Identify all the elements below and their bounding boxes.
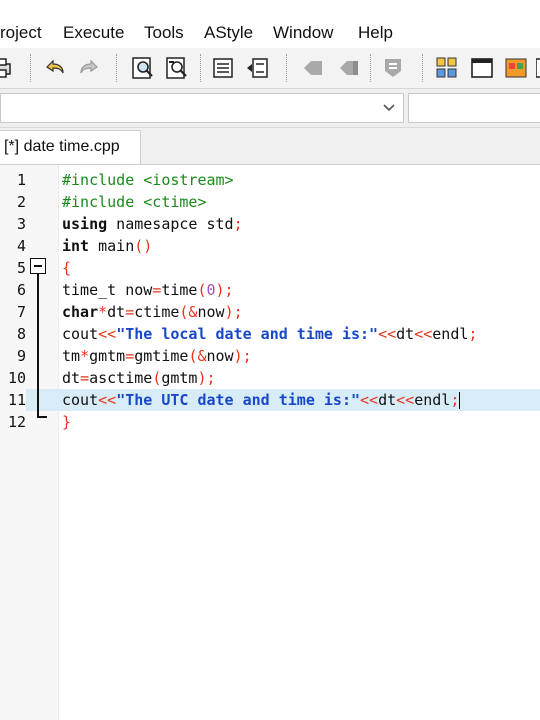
line-number: 8 bbox=[16, 325, 26, 343]
code-line: 8 cout<<"The local date and time is:"<<d… bbox=[0, 323, 540, 345]
code-text: { bbox=[62, 259, 72, 277]
code-line: 10 dt=asctime(gmtm); bbox=[0, 367, 540, 389]
toolbar-separator bbox=[370, 54, 373, 82]
menu-bar: roject Execute Tools AStyle Window Help bbox=[0, 18, 540, 48]
indent-icon[interactable] bbox=[210, 55, 236, 81]
toolbar bbox=[0, 48, 540, 89]
tab-strip: [*] date time.cpp bbox=[0, 128, 540, 165]
code-line: 9 tm*gmtm=gmtime(&now); bbox=[0, 345, 540, 367]
code-text: } bbox=[62, 413, 72, 431]
more-toolbar-icon[interactable] bbox=[535, 55, 540, 81]
unindent-icon[interactable] bbox=[244, 55, 270, 81]
code-text: using namesapce std; bbox=[62, 215, 243, 233]
redo-icon[interactable] bbox=[76, 55, 102, 81]
code-text: #include <iostream> bbox=[62, 171, 234, 189]
menu-window[interactable]: Window bbox=[273, 23, 333, 43]
code-text: cout<<"The UTC date and time is:"<<dt<<e… bbox=[62, 391, 461, 409]
line-number: 2 bbox=[16, 193, 26, 211]
tab-date-time-cpp[interactable]: [*] date time.cpp bbox=[0, 130, 141, 164]
code-line: 4 int main() bbox=[0, 235, 540, 257]
toggle-comment-icon[interactable] bbox=[380, 55, 406, 81]
print-icon[interactable] bbox=[0, 55, 14, 81]
class-dropdown[interactable] bbox=[0, 93, 404, 123]
code-line: 6 time_t now=time(0); bbox=[0, 279, 540, 301]
code-text: dt=asctime(gmtm); bbox=[62, 369, 216, 387]
menu-help[interactable]: Help bbox=[358, 23, 393, 43]
undo-icon[interactable] bbox=[42, 55, 68, 81]
code-line: 12 } bbox=[0, 411, 540, 433]
fold-end-marker bbox=[37, 416, 47, 418]
window-icon[interactable] bbox=[469, 55, 495, 81]
line-number: 9 bbox=[16, 347, 26, 365]
find-icon[interactable] bbox=[130, 55, 156, 81]
code-text: int main() bbox=[62, 237, 153, 255]
grid-view-icon[interactable] bbox=[434, 55, 460, 81]
line-number: 7 bbox=[16, 303, 26, 321]
code-line: 3 using namesapce std; bbox=[0, 213, 540, 235]
toolbar-separator bbox=[286, 54, 289, 82]
line-number: 1 bbox=[16, 171, 26, 189]
fold-range-line bbox=[37, 274, 39, 418]
line-number: 5 bbox=[16, 259, 26, 277]
code-text: tm*gmtm=gmtime(&now); bbox=[62, 347, 252, 365]
menu-project[interactable]: roject bbox=[0, 23, 42, 43]
color-icon[interactable] bbox=[503, 55, 529, 81]
line-number: 3 bbox=[16, 215, 26, 233]
line-number: 10 bbox=[7, 369, 26, 387]
member-dropdown[interactable] bbox=[408, 93, 540, 123]
line-number: 6 bbox=[16, 281, 26, 299]
toolbar-separator bbox=[116, 54, 119, 82]
toolbar-separator bbox=[30, 54, 33, 82]
code-line: 7 char*dt=ctime(&now); bbox=[0, 301, 540, 323]
replace-icon[interactable] bbox=[164, 55, 190, 81]
code-text: time_t now=time(0); bbox=[62, 281, 234, 299]
chevron-down-icon[interactable] bbox=[379, 98, 399, 118]
line-number: 11 bbox=[0, 389, 26, 411]
code-text: char*dt=ctime(&now); bbox=[62, 303, 243, 321]
code-editor[interactable]: 1 #include <iostream> 2 #include <ctime>… bbox=[0, 165, 540, 720]
code-line: 2 #include <ctime> bbox=[0, 191, 540, 213]
bookmark-next-icon[interactable] bbox=[336, 55, 362, 81]
line-number: 12 bbox=[7, 413, 26, 431]
code-text: #include <ctime> bbox=[62, 193, 207, 211]
toolbar-separator bbox=[422, 54, 425, 82]
menu-tools[interactable]: Tools bbox=[144, 23, 184, 43]
code-line: 1 #include <iostream> bbox=[0, 169, 540, 191]
menu-astyle[interactable]: AStyle bbox=[204, 23, 253, 43]
combo-bar bbox=[0, 89, 540, 128]
bookmark-prev-icon[interactable] bbox=[300, 55, 326, 81]
toolbar-separator bbox=[200, 54, 203, 82]
text-caret bbox=[459, 392, 461, 409]
menu-execute[interactable]: Execute bbox=[63, 23, 124, 43]
line-number: 4 bbox=[16, 237, 26, 255]
fold-collapse-icon[interactable] bbox=[30, 258, 46, 274]
code-line: 5 { bbox=[0, 257, 540, 279]
code-line-current: 11 cout<<"The UTC date and time is:"<<dt… bbox=[0, 389, 540, 411]
code-text: cout<<"The local date and time is:"<<dt<… bbox=[62, 325, 478, 343]
